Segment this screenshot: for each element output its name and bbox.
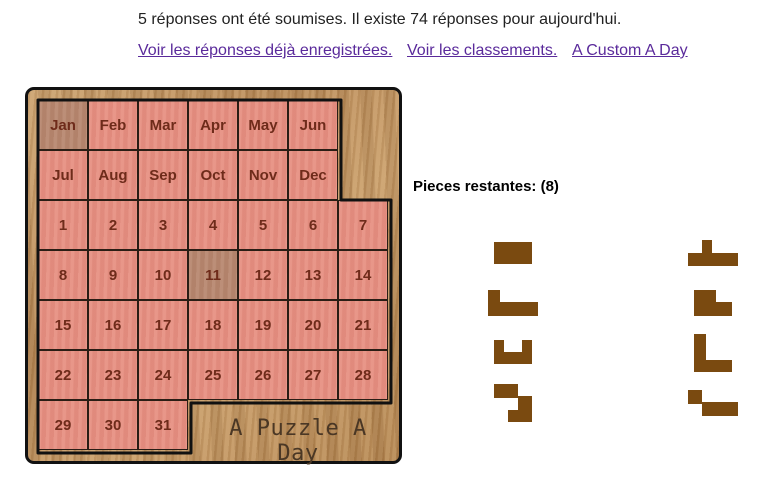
day-cell-6[interactable]: 6 xyxy=(288,200,338,250)
day-cell-18[interactable]: 18 xyxy=(188,300,238,350)
day-cell-31[interactable]: 31 xyxy=(138,400,188,450)
month-cell-feb[interactable]: Feb xyxy=(88,100,138,150)
month-cell-aug[interactable]: Aug xyxy=(88,150,138,200)
day-cell-15[interactable]: 15 xyxy=(38,300,88,350)
day-cell-12[interactable]: 12 xyxy=(238,250,288,300)
day-cell-26[interactable]: 26 xyxy=(238,350,288,400)
day-cell-7[interactable]: 7 xyxy=(338,200,388,250)
day-cell-2[interactable]: 2 xyxy=(88,200,138,250)
day-cell-14[interactable]: 14 xyxy=(338,250,388,300)
month-cell-jan[interactable]: Jan xyxy=(38,100,88,150)
day-cell-19[interactable]: 19 xyxy=(238,300,288,350)
day-cell-8[interactable]: 8 xyxy=(38,250,88,300)
piece-l-corner[interactable] xyxy=(694,334,734,374)
day-cell-29[interactable]: 29 xyxy=(38,400,88,450)
day-cell-24[interactable]: 24 xyxy=(138,350,188,400)
day-cell-9[interactable]: 9 xyxy=(88,250,138,300)
month-cell-nov[interactable]: Nov xyxy=(238,150,288,200)
brand-text: A Puzzle A Day xyxy=(229,416,367,466)
day-cell-3[interactable]: 3 xyxy=(138,200,188,250)
puzzle-board: 31 30 29 28 27 26 25 24 23 22 21 20 19 18 17 16 15 14 13 12… xyxy=(25,87,402,466)
header-links: Voir les réponses déjà enregistrées. Voi… xyxy=(0,42,779,62)
day-cell-28[interactable]: 28 xyxy=(338,350,388,400)
pieces-remaining-title: Pieces restantes: (8) xyxy=(413,178,559,195)
day-cell-16[interactable]: 16 xyxy=(88,300,138,350)
day-cell-10[interactable]: 10 xyxy=(138,250,188,300)
day-cell-4[interactable]: 4 xyxy=(188,200,238,250)
piece-p-shape[interactable] xyxy=(694,290,734,318)
submission-info-text: 5 réponses ont été soumises. Il existe 7… xyxy=(138,11,622,28)
custom-a-day-link[interactable]: A Custom A Day xyxy=(572,42,688,60)
month-cell-jun[interactable]: Jun xyxy=(288,100,338,150)
month-cell-mar[interactable]: Mar xyxy=(138,100,188,150)
day-cell-11[interactable]: 11 xyxy=(188,250,238,300)
day-cell-20[interactable]: 20 xyxy=(288,300,338,350)
day-cell-1[interactable]: 1 xyxy=(38,200,88,250)
day-cell-17[interactable]: 17 xyxy=(138,300,188,350)
day-cell-5[interactable]: 5 xyxy=(238,200,288,250)
piece-u-shape[interactable] xyxy=(494,340,534,366)
day-cell-30[interactable]: 30 xyxy=(88,400,138,450)
piece-t-shape[interactable] xyxy=(688,240,740,268)
view-rankings-link[interactable]: Voir les classements. xyxy=(407,42,557,60)
month-cell-sep[interactable]: Sep xyxy=(138,150,188,200)
day-cell-27[interactable]: 27 xyxy=(288,350,338,400)
piece-rectangle-3x2[interactable] xyxy=(494,242,534,266)
day-cell-23[interactable]: 23 xyxy=(88,350,138,400)
view-answers-link[interactable]: Voir les réponses déjà enregistrées. xyxy=(138,42,392,60)
month-cell-may[interactable]: May xyxy=(238,100,288,150)
day-cell-25[interactable]: 25 xyxy=(188,350,238,400)
piece-s-shape[interactable] xyxy=(494,384,534,424)
month-cell-dec[interactable]: Dec xyxy=(288,150,338,200)
month-cell-apr[interactable]: Apr xyxy=(188,100,238,150)
piece-z-shape[interactable] xyxy=(688,390,740,418)
month-cell-oct[interactable]: Oct xyxy=(188,150,238,200)
piece-l-long[interactable] xyxy=(488,290,540,318)
day-cell-13[interactable]: 13 xyxy=(288,250,338,300)
month-cell-jul[interactable]: Jul xyxy=(38,150,88,200)
day-cell-21[interactable]: 21 xyxy=(338,300,388,350)
day-cell-22[interactable]: 22 xyxy=(38,350,88,400)
